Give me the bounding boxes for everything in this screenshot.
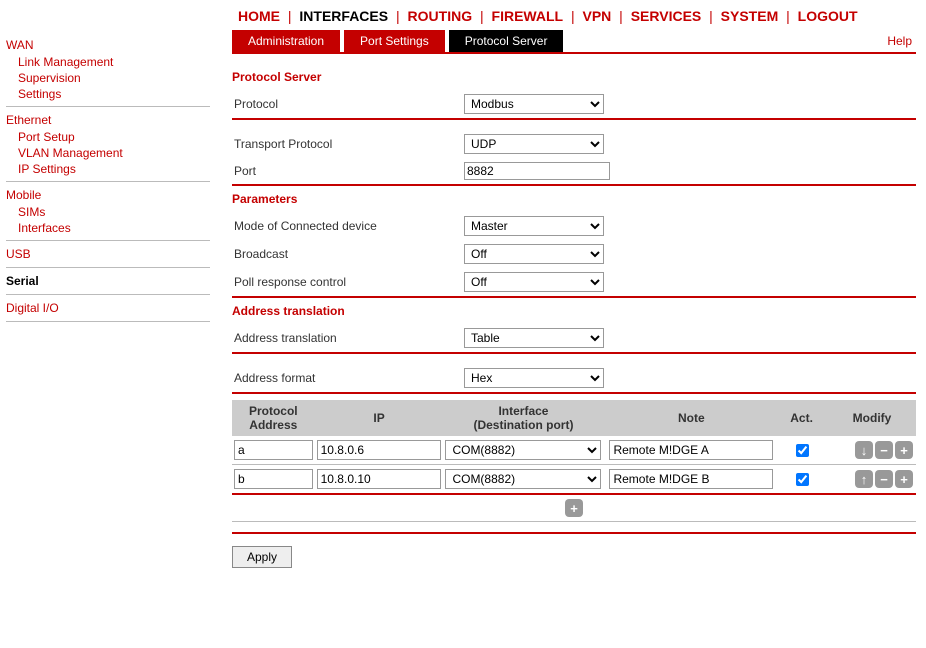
sidebar-sub-interfaces[interactable]: Interfaces [6, 220, 210, 236]
label-transport: Transport Protocol [232, 137, 464, 151]
select-poll[interactable]: Off [464, 272, 604, 292]
delete-row-icon[interactable]: − [875, 441, 893, 459]
th-modify: Modify [828, 400, 916, 436]
topnav-system[interactable]: SYSTEM [721, 8, 779, 24]
move-down-icon[interactable]: ↓ [855, 441, 873, 459]
label-poll: Poll response control [232, 275, 464, 289]
tab-administration[interactable]: Administration [232, 30, 340, 52]
row-proto-input[interactable] [234, 469, 313, 489]
row-ip-input[interactable] [317, 440, 442, 460]
sidebar-item-usb[interactable]: USB [6, 245, 210, 263]
add-row-icon[interactable]: + [895, 441, 913, 459]
section-title-parameters: Parameters [232, 186, 916, 212]
topnav-firewall[interactable]: FIREWALL [492, 8, 564, 24]
row-note-input[interactable] [609, 469, 773, 489]
topnav-interfaces[interactable]: INTERFACES [299, 8, 388, 24]
th-interface: Interface(Destination port) [443, 400, 603, 436]
sidebar-item-serial[interactable]: Serial [6, 272, 210, 290]
topnav-home[interactable]: HOME [238, 8, 280, 24]
row-note-input[interactable] [609, 440, 773, 460]
sidebar-item-ethernet[interactable]: Ethernet [6, 111, 210, 129]
label-protocol: Protocol [232, 97, 464, 111]
label-mode: Mode of Connected device [232, 219, 464, 233]
label-broadcast: Broadcast [232, 247, 464, 261]
sidebar-item-digital-i-o[interactable]: Digital I/O [6, 299, 210, 317]
select-addr-translation[interactable]: Table [464, 328, 604, 348]
th-act: Act. [775, 400, 828, 436]
topnav-vpn[interactable]: VPN [582, 8, 611, 24]
sidebar-sub-settings[interactable]: Settings [6, 86, 210, 102]
sidebar-sub-port-setup[interactable]: Port Setup [6, 129, 210, 145]
sidebar-sub-ip-settings[interactable]: IP Settings [6, 161, 210, 177]
sidebar-sub-supervision[interactable]: Supervision [6, 70, 210, 86]
input-port[interactable] [464, 162, 610, 180]
th-note: Note [607, 400, 775, 436]
topnav-logout[interactable]: LOGOUT [798, 8, 858, 24]
add-row-icon[interactable]: + [565, 499, 583, 517]
delete-row-icon[interactable]: − [875, 470, 893, 488]
th-protocol-address: ProtocolAddress [232, 400, 315, 436]
row-ip-input[interactable] [317, 469, 442, 489]
move-up-icon[interactable]: ↑ [855, 470, 873, 488]
sidebar-sub-link-management[interactable]: Link Management [6, 54, 210, 70]
sidebar-sub-vlan-management[interactable]: VLAN Management [6, 145, 210, 161]
add-row-icon[interactable]: + [895, 470, 913, 488]
select-broadcast[interactable]: Off [464, 244, 604, 264]
apply-button[interactable]: Apply [232, 546, 292, 568]
row-interface-select[interactable]: COM(8882) [445, 440, 601, 460]
select-protocol[interactable]: Modbus [464, 94, 604, 114]
section-title-addr: Address translation [232, 298, 916, 324]
label-addr-translation: Address translation [232, 331, 464, 345]
row-active-checkbox[interactable] [796, 473, 809, 486]
select-addr-format[interactable]: Hex [464, 368, 604, 388]
sidebar-item-mobile[interactable]: Mobile [6, 186, 210, 204]
row-active-checkbox[interactable] [796, 444, 809, 457]
topnav-routing[interactable]: ROUTING [408, 8, 473, 24]
row-proto-input[interactable] [234, 440, 313, 460]
row-interface-select[interactable]: COM(8882) [445, 469, 601, 489]
sidebar-sub-sims[interactable]: SIMs [6, 204, 210, 220]
table-row: COM(8882) ↓−+ [232, 436, 916, 465]
select-transport[interactable]: UDP [464, 134, 604, 154]
section-title-protocol-server: Protocol Server [232, 64, 916, 90]
th-ip: IP [315, 400, 444, 436]
tab-port-settings[interactable]: Port Settings [344, 30, 445, 52]
sidebar-item-wan[interactable]: WAN [6, 36, 210, 54]
label-port: Port [232, 164, 464, 178]
select-mode[interactable]: Master [464, 216, 604, 236]
topnav-services[interactable]: SERVICES [631, 8, 702, 24]
tab-protocol-server[interactable]: Protocol Server [449, 30, 564, 52]
table-row: COM(8882) ↑−+ [232, 465, 916, 495]
label-addr-format: Address format [232, 371, 464, 385]
help-link[interactable]: Help [887, 34, 912, 48]
